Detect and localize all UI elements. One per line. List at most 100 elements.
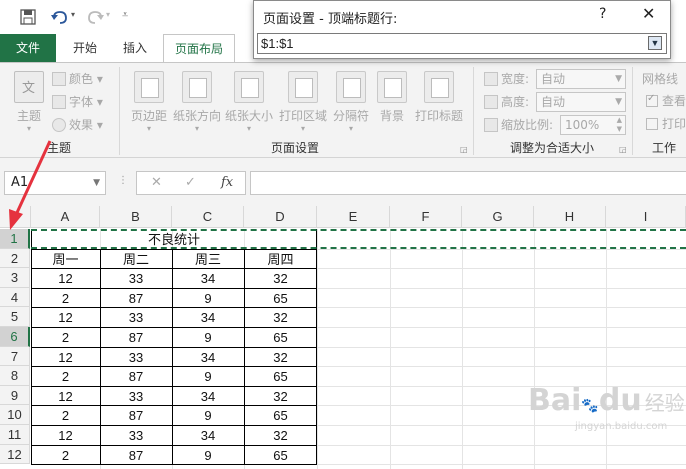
undo-icon[interactable] [50, 9, 70, 25]
table-cell[interactable]: 87 [100, 406, 172, 426]
fonts-button[interactable]: 字体 ▾ [52, 92, 103, 112]
table-cell[interactable]: 65 [244, 367, 317, 387]
table-cell[interactable]: 9 [172, 289, 244, 309]
column-header-f[interactable]: F [390, 206, 462, 228]
table-cell[interactable]: 87 [100, 446, 172, 466]
background-button[interactable]: 背景 [374, 69, 410, 139]
table-cell[interactable]: 2 [31, 367, 100, 387]
table-cell[interactable]: 32 [244, 269, 317, 289]
tab-insert[interactable]: 插入 [112, 34, 158, 62]
row-header-4[interactable]: 4 [0, 287, 30, 308]
breaks-button[interactable]: 分隔符 ▾ [330, 69, 372, 139]
save-icon[interactable] [20, 9, 36, 25]
row-header-12[interactable]: 12 [0, 444, 30, 465]
table-cell[interactable]: 33 [100, 426, 172, 446]
table-header-cell[interactable]: 周三 [172, 250, 244, 270]
height-select[interactable]: 自动 ▼ [536, 92, 626, 112]
tab-page-layout[interactable]: 页面布局 [163, 34, 235, 63]
enter-icon[interactable]: ✓ [185, 175, 196, 190]
row-header-10[interactable]: 10 [0, 405, 30, 425]
column-header-h[interactable]: H [534, 206, 606, 228]
table-cell[interactable]: 87 [100, 367, 172, 387]
redo-icon[interactable] [86, 9, 106, 25]
width-select[interactable]: 自动 ▼ [536, 69, 626, 89]
table-cell[interactable]: 34 [172, 269, 244, 289]
table-cell[interactable]: 32 [244, 308, 317, 328]
row-header-8[interactable]: 8 [0, 366, 30, 386]
customize-toolbar-icon[interactable]: ⩡ [122, 8, 128, 22]
table-cell[interactable]: 2 [31, 406, 100, 426]
table-cell[interactable]: 32 [244, 426, 317, 446]
row-header-11[interactable]: 11 [0, 425, 30, 445]
row-header-9[interactable]: 9 [0, 385, 30, 406]
column-header-a[interactable]: A [31, 206, 100, 228]
help-icon[interactable]: ? [599, 6, 606, 22]
table-cell[interactable]: 65 [244, 328, 317, 348]
print-gridlines-checkbox[interactable] [646, 118, 658, 130]
row-header-1[interactable]: 1 [0, 229, 30, 249]
table-cell[interactable]: 2 [31, 446, 100, 466]
table-cell[interactable]: 12 [31, 269, 100, 289]
table-cell[interactable]: 33 [100, 387, 172, 407]
undo-dropdown-icon[interactable]: ▾ [71, 10, 75, 19]
size-button[interactable]: 纸张大小 ▾ [223, 69, 275, 139]
row-header-3[interactable]: 3 [0, 268, 30, 288]
table-cell[interactable]: 32 [244, 348, 317, 368]
formula-input[interactable] [250, 171, 686, 195]
scale-spinner[interactable]: 100% ▲ ▼ [560, 115, 626, 135]
tab-file[interactable]: 文件 [0, 34, 56, 62]
column-header-e[interactable]: E [317, 206, 390, 228]
table-cell[interactable]: 33 [100, 348, 172, 368]
close-icon[interactable]: ✕ [642, 4, 655, 23]
insert-function-icon[interactable]: fx [221, 175, 233, 190]
print-area-button[interactable]: 打印区域 ▾ [276, 69, 330, 139]
name-box[interactable]: A1 ▼ [4, 171, 106, 195]
table-cell[interactable]: 34 [172, 348, 244, 368]
margins-button[interactable]: 页边距 ▾ [127, 69, 171, 139]
table-cell[interactable]: 34 [172, 308, 244, 328]
table-cell[interactable]: 33 [100, 308, 172, 328]
scale-launcher-icon[interactable]: ◲ [619, 145, 627, 154]
themes-button[interactable]: 文 主题 ▾ [8, 69, 50, 139]
table-cell[interactable]: 65 [244, 289, 317, 309]
column-header-d[interactable]: D [244, 206, 317, 228]
row-header-5[interactable]: 5 [0, 307, 30, 327]
table-header-cell[interactable]: 周四 [244, 250, 317, 270]
row-header-7[interactable]: 7 [0, 346, 30, 367]
table-cell[interactable]: 34 [172, 387, 244, 407]
table-cell[interactable]: 9 [172, 367, 244, 387]
tab-home[interactable]: 开始 [60, 34, 110, 62]
table-cell[interactable]: 34 [172, 426, 244, 446]
table-cell[interactable]: 32 [244, 387, 317, 407]
effects-button[interactable]: 效果 ▾ [52, 115, 103, 135]
column-header-i[interactable]: I [606, 206, 686, 228]
page-setup-launcher-icon[interactable]: ◲ [460, 145, 468, 154]
table-header-cell[interactable]: 周二 [100, 250, 172, 270]
expand-dialog-icon[interactable]: ▼ [648, 36, 662, 50]
select-all-corner[interactable] [0, 206, 31, 228]
table-cell[interactable]: 9 [172, 446, 244, 466]
table-cell[interactable]: 9 [172, 406, 244, 426]
title-rows-input[interactable]: $1:$1 ▼ [257, 33, 667, 54]
table-cell[interactable]: 12 [31, 308, 100, 328]
table-cell[interactable]: 12 [31, 348, 100, 368]
column-header-b[interactable]: B [100, 206, 172, 228]
row-header-6[interactable]: 6 [0, 327, 30, 347]
table-cell[interactable]: 9 [172, 328, 244, 348]
table-cell[interactable]: 65 [244, 406, 317, 426]
orientation-button[interactable]: 纸张方向 ▾ [171, 69, 223, 139]
table-cell[interactable]: 12 [31, 426, 100, 446]
table-cell[interactable]: 87 [100, 289, 172, 309]
column-header-g[interactable]: G [462, 206, 534, 228]
table-cell[interactable]: 65 [244, 446, 317, 466]
table-cell[interactable]: 33 [100, 269, 172, 289]
table-cell[interactable]: 2 [31, 328, 100, 348]
view-gridlines-checkbox[interactable]: ✓ [646, 93, 658, 107]
row-header-2[interactable]: 2 [0, 248, 30, 269]
table-cell[interactable]: 2 [31, 289, 100, 309]
table-header-cell[interactable]: 周一 [31, 250, 100, 270]
cancel-icon[interactable]: ✕ [151, 175, 162, 190]
table-cell[interactable]: 87 [100, 328, 172, 348]
column-header-c[interactable]: C [172, 206, 244, 228]
print-titles-button[interactable]: 打印标题 [413, 69, 465, 139]
